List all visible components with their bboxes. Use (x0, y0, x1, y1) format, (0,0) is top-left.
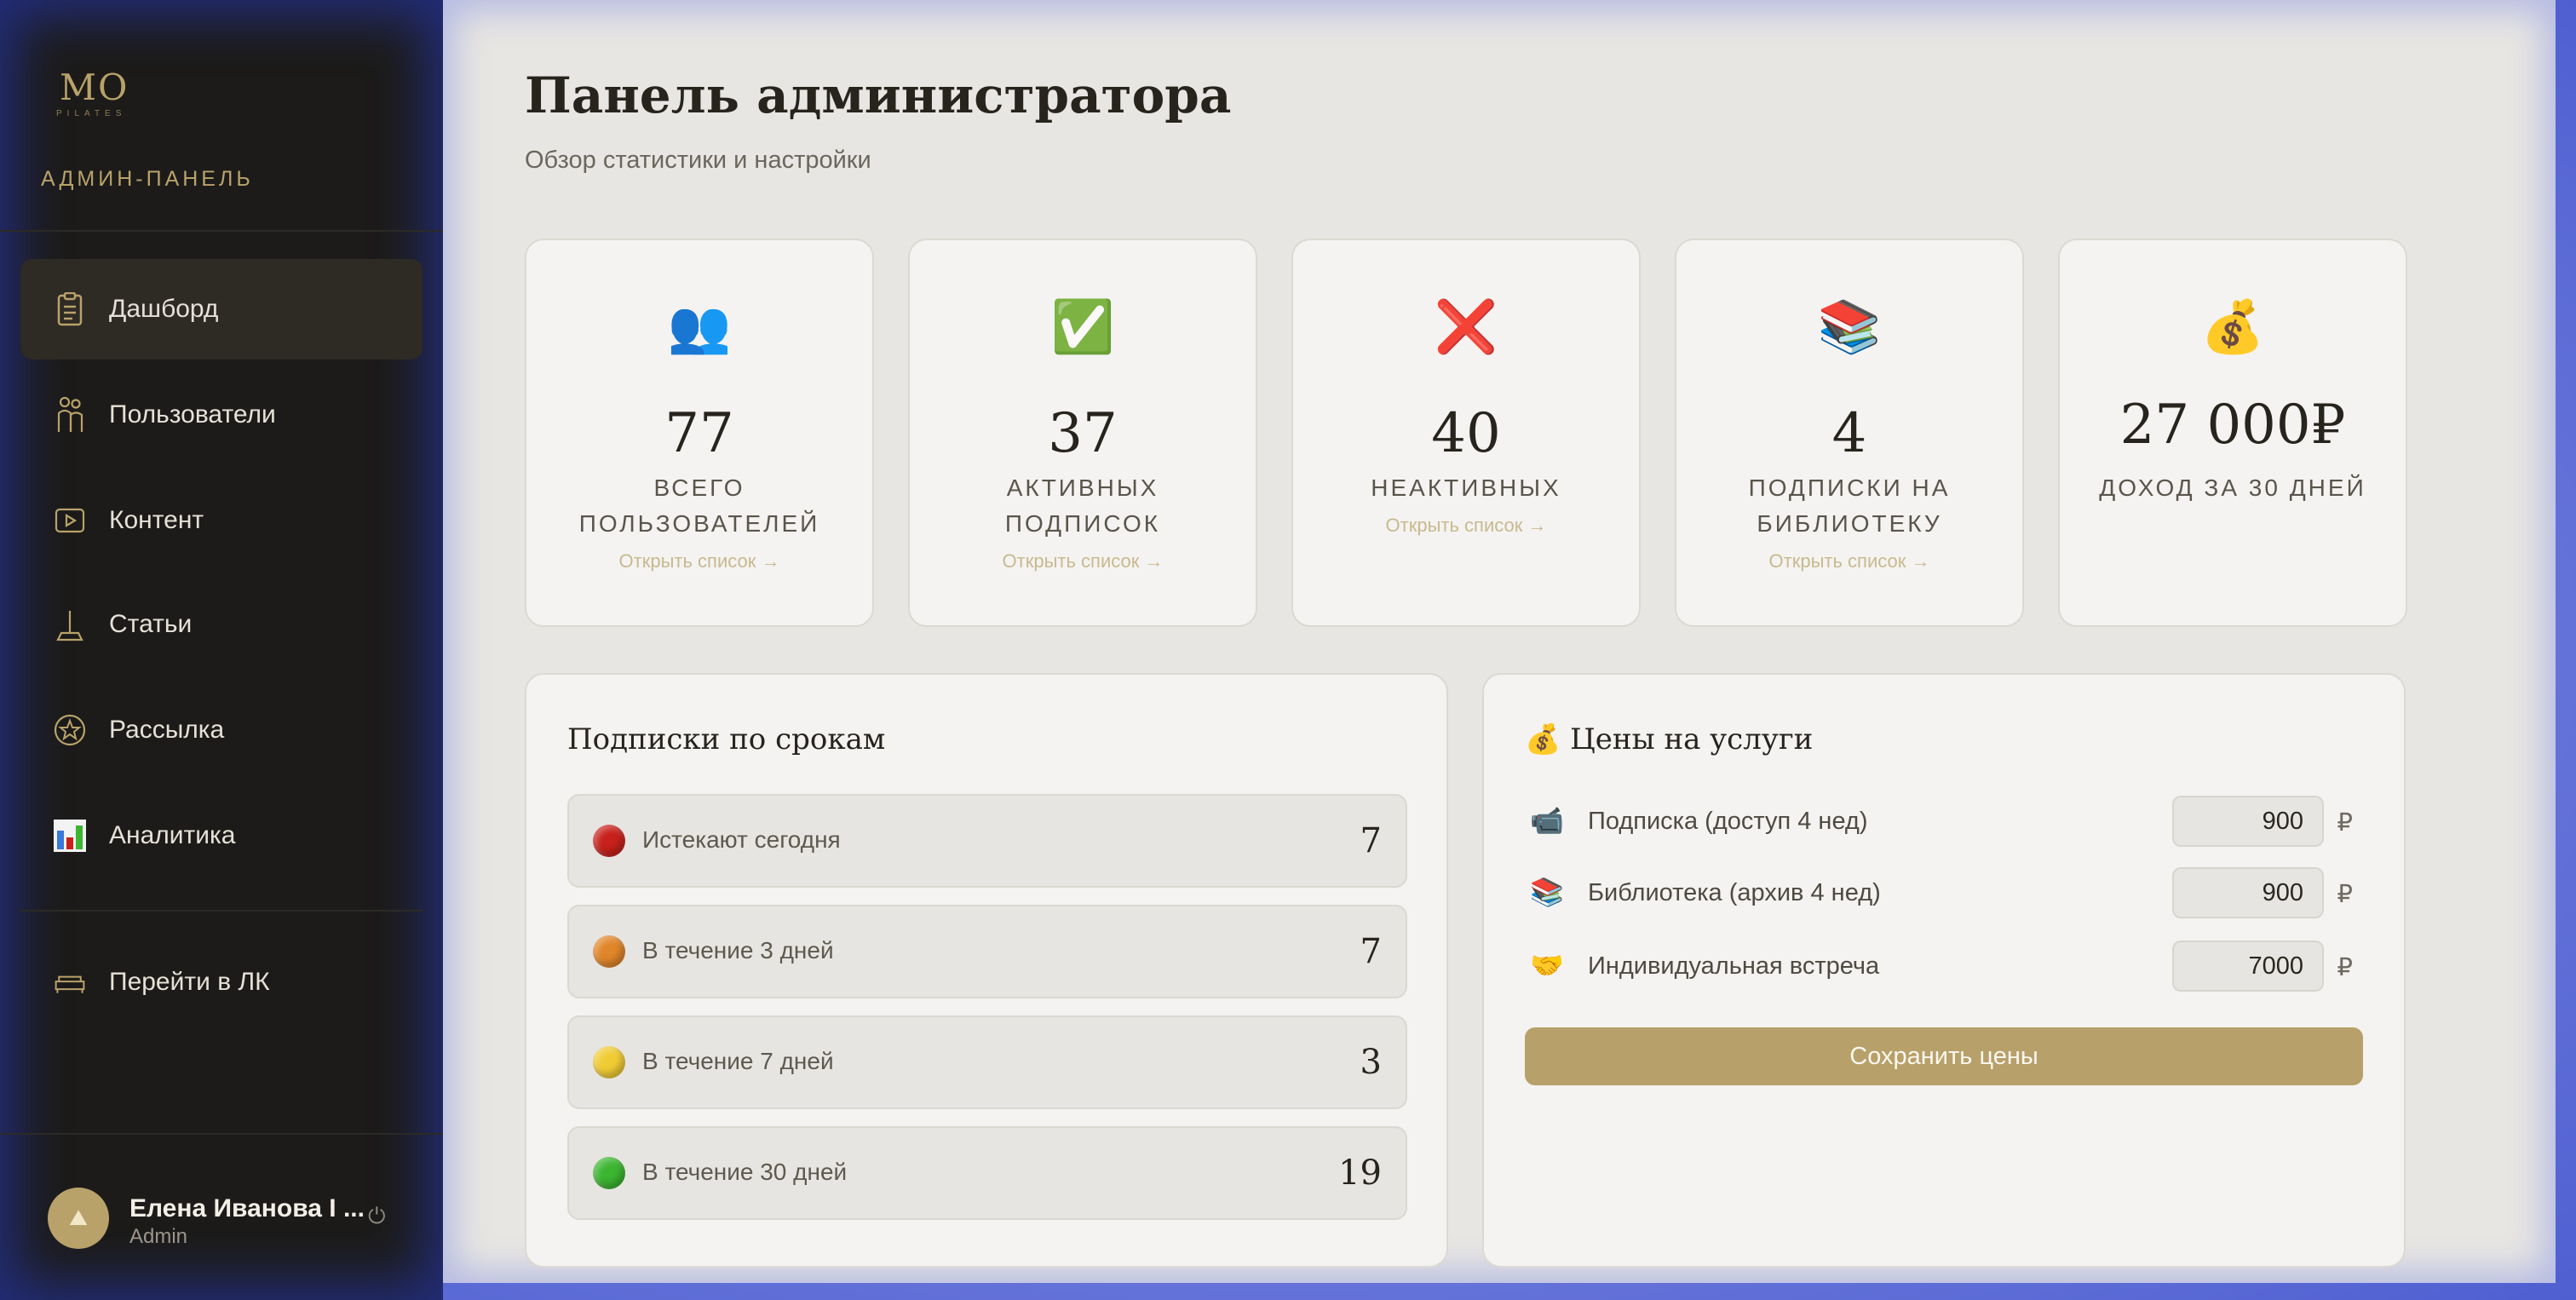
price-row-subscription: 📹 Подписка (доступ 4 нед) ₽ (1525, 796, 2361, 848)
logout-icon[interactable]: ⏻ (368, 1203, 386, 1230)
sidebar-item-analytics[interactable]: Аналитика (20, 785, 423, 886)
currency-symbol: ₽ (2337, 809, 2353, 837)
clipboard-icon (53, 290, 87, 328)
sidebar-item-users[interactable]: Пользователи (20, 365, 423, 465)
term-count: 7 (1360, 932, 1382, 971)
green-dot-icon (593, 1157, 625, 1189)
open-list-link[interactable]: Открыть список → (1676, 550, 2022, 572)
sidebar-item-articles[interactable]: Статьи (20, 574, 423, 675)
sidebar-item-content[interactable]: Контент (20, 470, 423, 571)
term-count: 19 (1338, 1153, 1382, 1193)
handshake-icon: 🤝 (1530, 950, 1564, 981)
avatar[interactable]: ⛰ (48, 1188, 109, 1249)
money-bag-icon: 💰 (2200, 298, 2265, 355)
user-name: Елена Иванова I ... (129, 1194, 365, 1222)
books-icon: 📚 (1817, 298, 1882, 355)
sidebar-item-label: Пользователи (109, 400, 276, 429)
sidebar-caption: АДМИН-ПАНЕЛЬ (41, 167, 254, 191)
stat-label: НЕАКТИВНЫХ (1371, 475, 1561, 501)
stat-card-revenue: 💰 27 000₽ ДОХОД ЗА 30 ДНЕЙ (2058, 239, 2407, 627)
divider (0, 1133, 443, 1135)
stat-card-library-subscriptions: 📚 4 ПОДПИСКИ НА БИБЛИОТЕКУ Открыть списо… (1675, 239, 2024, 627)
term-count: 7 (1360, 821, 1382, 860)
people-icon (53, 396, 87, 434)
books-icon: 📚 (1530, 877, 1564, 907)
term-row-today[interactable]: Истекают сегодня 7 (567, 794, 1407, 888)
stat-value: 37 (1048, 402, 1118, 465)
divider (0, 230, 443, 232)
go-to-account-link[interactable]: Перейти в ЛК (20, 932, 423, 1033)
panel-title: 💰 Цены на услуги (1525, 722, 1814, 756)
sidebar: MO PILATES АДМИН-ПАНЕЛЬ Дашборд Пользова… (0, 0, 443, 1300)
term-row-7-days[interactable]: В течение 7 дней 3 (567, 1015, 1407, 1109)
red-dot-icon (593, 825, 625, 857)
page-title: Панель администратора (525, 66, 1232, 124)
sidebar-item-label: Статьи (109, 610, 193, 638)
price-label: Подписка (доступ 4 нед) (1588, 808, 1868, 835)
term-row-30-days[interactable]: В течение 30 дней 19 (567, 1126, 1407, 1220)
go-to-account-label: Перейти в ЛК (109, 968, 270, 996)
sidebar-item-label: Аналитика (109, 821, 236, 849)
sidebar-item-mailing[interactable]: Рассылка (20, 680, 423, 780)
stat-value: 4 (1831, 402, 1867, 465)
star-badge-icon (53, 711, 87, 749)
check-icon: ✅ (1050, 298, 1115, 355)
currency-symbol: ₽ (2337, 881, 2353, 908)
main-content: Панель администратора Обзор статистики и… (443, 0, 2556, 1283)
service-prices-panel: 💰 Цены на услуги 📹 Подписка (доступ 4 не… (1482, 673, 2406, 1268)
price-input-library[interactable] (2172, 867, 2324, 918)
divider (20, 910, 423, 912)
logo: MO PILATES (51, 66, 136, 126)
currency-symbol: ₽ (2337, 954, 2353, 981)
sidebar-item-label: Дашборд (109, 295, 219, 323)
panel-title: Подписки по срокам (567, 722, 886, 756)
price-row-library: 📚 Библиотека (архив 4 нед) ₽ (1525, 867, 2361, 920)
save-prices-button[interactable]: Сохранить цены (1525, 1027, 2363, 1085)
stat-label: ПОДПИСКИ НА БИБЛИОТЕКУ (1748, 475, 1951, 537)
video-camera-icon: 📹 (1530, 805, 1564, 836)
term-row-3-days[interactable]: В течение 3 дней 7 (567, 905, 1407, 998)
stat-card-active-subscriptions: ✅ 37 АКТИВНЫХ ПОДПИСОК Открыть список → (908, 239, 1257, 627)
people-icon: 👥 (667, 298, 732, 355)
stat-label: ВСЕГО ПОЛЬЗОВАТЕЛЕЙ (578, 475, 820, 537)
couch-icon (53, 963, 87, 1001)
pen-icon (53, 606, 87, 643)
bar-chart-icon (53, 817, 87, 854)
price-input-individual[interactable] (2172, 940, 2324, 992)
price-label: Индивидуальная встреча (1588, 952, 1880, 980)
price-input-subscription[interactable] (2172, 796, 2324, 847)
subscriptions-by-term-panel: Подписки по срокам Истекают сегодня 7 В … (525, 673, 1448, 1268)
sidebar-item-dashboard[interactable]: Дашборд (20, 259, 423, 360)
play-icon (53, 502, 87, 539)
logo-mark: MO (60, 66, 129, 108)
term-label: В течение 3 дней (642, 937, 834, 963)
sidebar-item-label: Рассылка (109, 716, 225, 744)
stat-value: 27 000₽ (2119, 394, 2346, 457)
sidebar-item-label: Контент (109, 506, 204, 534)
user-role: Admin (129, 1225, 188, 1248)
price-label: Библиотека (архив 4 нед) (1588, 879, 1881, 906)
term-count: 3 (1360, 1043, 1382, 1082)
user-profile: ⛰ Елена Иванова I ... Admin ⏻ (48, 1188, 405, 1251)
open-list-link[interactable]: Открыть список → (910, 550, 1256, 572)
stat-value: 40 (1431, 402, 1501, 465)
stat-label: АКТИВНЫХ ПОДПИСОК (1004, 475, 1161, 537)
orange-dot-icon (593, 935, 625, 968)
yellow-dot-icon (593, 1046, 625, 1079)
price-row-individual: 🤝 Индивидуальная встреча ₽ (1525, 940, 2361, 993)
open-list-link[interactable]: Открыть список → (1293, 515, 1639, 537)
page-subtitle: Обзор статистики и настройки (525, 147, 871, 174)
stat-card-inactive: ❌ 40 НЕАКТИВНЫХ Открыть список → (1291, 239, 1641, 627)
stat-value: 77 (664, 402, 734, 465)
term-label: Истекают сегодня (642, 826, 841, 853)
cross-icon: ❌ (1434, 298, 1498, 355)
term-label: В течение 7 дней (642, 1048, 834, 1074)
stat-card-total-users: 👥 77 ВСЕГО ПОЛЬЗОВАТЕЛЕЙ Открыть список … (525, 239, 874, 627)
term-label: В течение 30 дней (642, 1159, 848, 1185)
open-list-link[interactable]: Открыть список → (526, 550, 872, 572)
logo-subtitle: PILATES (56, 109, 127, 118)
stat-label: ДОХОД ЗА 30 ДНЕЙ (2099, 475, 2366, 501)
